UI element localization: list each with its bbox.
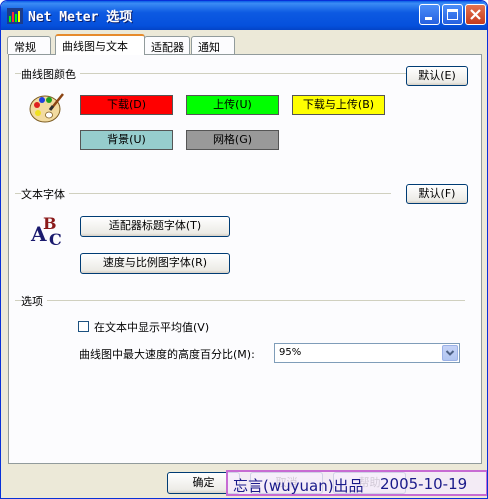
palette-icon — [29, 93, 64, 123]
download-color-button[interactable]: 下载(D) — [80, 95, 173, 115]
show-average-label[interactable]: 在文本中显示平均值(V) — [94, 319, 209, 335]
options-window: Net Meter 选项 常规 曲线图与文本 适配器 通知 曲线图颜色 默认(E… — [0, 0, 488, 499]
adapter-title-font-button[interactable]: 适配器标题字体(T) — [80, 216, 230, 237]
text-font-separator — [15, 193, 391, 194]
graph-colors-separator — [15, 73, 465, 74]
upload-color-button[interactable]: 上传(U) — [186, 95, 279, 115]
show-average-checkbox[interactable] — [78, 321, 89, 332]
chevron-down-icon — [445, 350, 455, 356]
font-abc-icon: A B C — [30, 214, 62, 249]
maximize-button[interactable] — [442, 4, 463, 25]
max-speed-value: 95% — [279, 347, 302, 358]
svg-text:C: C — [49, 230, 62, 249]
graph-colors-header: 曲线图颜色 — [21, 66, 80, 82]
text-font-header: 文本字体 — [21, 186, 69, 202]
graph-colors-default-button[interactable]: 默认(E) — [406, 66, 468, 86]
maximize-icon — [447, 9, 458, 20]
tab-general[interactable]: 常规 — [7, 36, 51, 54]
window-title: Net Meter 选项 — [28, 10, 133, 25]
title-bar[interactable]: Net Meter 选项 — [1, 1, 487, 30]
tab-adapters[interactable]: 适配器 — [144, 36, 190, 54]
watermark-date: 2005-10-19 — [380, 475, 468, 493]
options-header: 选项 — [21, 293, 47, 309]
minimize-button[interactable] — [419, 4, 440, 25]
close-icon — [470, 9, 481, 20]
dropdown-arrow[interactable] — [442, 345, 458, 361]
watermark-author: 忘言(wuyuan)出品 — [233, 477, 364, 495]
speed-scale-font-button[interactable]: 速度与比例图字体(R) — [80, 253, 230, 274]
text-font-default-button[interactable]: 默认(F) — [406, 184, 468, 204]
net-meter-app-icon — [7, 8, 23, 24]
background-color-button[interactable]: 背景(U) — [80, 130, 173, 150]
close-button[interactable] — [465, 4, 486, 25]
tab-graph-and-text[interactable]: 曲线图与文本 — [55, 34, 145, 55]
tab-notifications[interactable]: 通知 — [191, 36, 235, 54]
max-speed-label: 曲线图中最大速度的高度百分比(M): — [79, 348, 255, 361]
author-watermark: 忘言(wuyuan)出品 2005-10-19 — [226, 470, 487, 496]
max-speed-select[interactable]: 95% — [274, 343, 460, 363]
minimize-icon — [425, 17, 432, 20]
options-separator — [15, 300, 465, 301]
download-upload-color-button[interactable]: 下载与上传(B) — [292, 95, 385, 115]
grid-color-button[interactable]: 网格(G) — [186, 130, 279, 150]
